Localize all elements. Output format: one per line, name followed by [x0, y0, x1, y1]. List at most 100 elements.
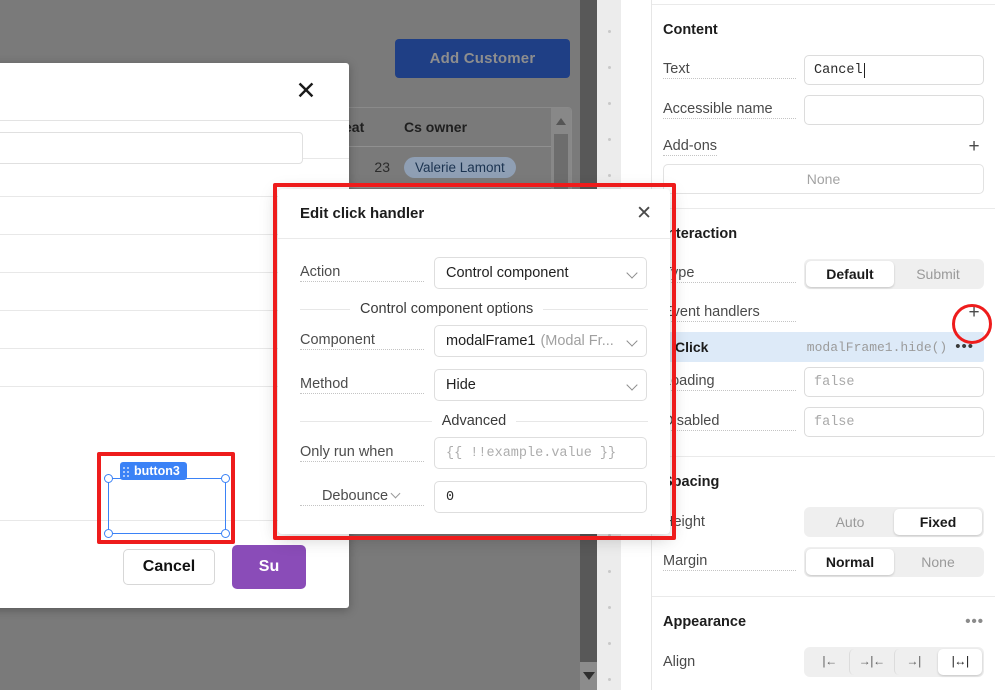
component-select-value: modalFrame1: [446, 333, 536, 349]
submit-button[interactable]: Su: [232, 545, 306, 589]
label-align: Align: [663, 653, 696, 670]
scroll-down-arrow-icon[interactable]: [583, 672, 595, 680]
separator-control-component-options: Control component options: [300, 301, 648, 317]
close-icon[interactable]: ✕: [636, 204, 652, 223]
action-select-value: Control component: [446, 265, 569, 281]
label-type: Type: [663, 265, 796, 283]
row-component: Component modalFrame1 (Modal Fr...: [300, 319, 648, 363]
row-type: Type Default Submit: [663, 254, 984, 294]
height-segmented-control[interactable]: Auto Fixed: [804, 507, 984, 537]
chevron-down-icon: [627, 268, 638, 279]
label-accessible-name: Accessible name: [663, 101, 796, 119]
section-title-appearance: Appearance: [663, 614, 747, 630]
form-ghost-input[interactable]: [0, 132, 303, 164]
kebab-icon[interactable]: •••: [955, 339, 974, 354]
separator-line-right: [543, 308, 648, 310]
chevron-down-icon[interactable]: [392, 490, 402, 500]
event-handler-row-click[interactable]: Click modalFrame1.hide() •••: [663, 332, 984, 362]
section-title-appearance-row: Appearance •••: [663, 597, 984, 642]
accessible-name-input[interactable]: [804, 95, 984, 125]
section-title-content: Content: [663, 22, 718, 38]
label-debounce[interactable]: Debounce: [300, 488, 424, 506]
cell-seat: 23: [374, 159, 390, 175]
label-height: Height: [663, 513, 705, 530]
type-segmented-control[interactable]: Default Submit: [804, 259, 984, 289]
row-loading: Loading false: [663, 362, 984, 402]
label-only-run-when: Only run when: [300, 444, 424, 462]
plus-icon[interactable]: +: [964, 137, 984, 157]
row-margin: Margin Normal None: [663, 542, 984, 582]
inspector-panel[interactable]: Content Text Cancel Accessible name Add-…: [651, 0, 995, 690]
type-option-submit[interactable]: Submit: [894, 261, 982, 287]
dialog-title: Edit click handler: [300, 205, 425, 222]
cancel-button[interactable]: Cancel: [123, 549, 215, 585]
label-event-handlers: Event handlers: [663, 304, 796, 322]
row-height: Height Auto Fixed: [663, 502, 984, 542]
owner-tag: Valerie Lamont: [404, 157, 516, 178]
separator-line-right: [516, 420, 648, 422]
separator-line-left: [300, 420, 432, 422]
separator-label: Advanced: [441, 413, 507, 429]
cell-cs-owner: Valerie Lamont: [404, 157, 516, 178]
text-input[interactable]: Cancel: [804, 55, 984, 85]
chevron-down-icon: [627, 380, 638, 391]
loading-input[interactable]: false: [804, 367, 984, 397]
row-disabled: Disabled false: [663, 402, 984, 442]
separator-label: Control component options: [360, 301, 534, 317]
height-option-auto[interactable]: Auto: [806, 509, 894, 535]
margin-option-normal[interactable]: Normal: [806, 549, 894, 575]
dialog-body: Action Control component Control compone…: [278, 239, 670, 519]
text-input-value: Cancel: [814, 62, 863, 78]
margin-segmented-control[interactable]: Normal None: [804, 547, 984, 577]
row-debounce: Debounce 0: [300, 475, 648, 519]
method-select-value: Hide: [446, 377, 476, 393]
label-action: Action: [300, 264, 424, 282]
add-customer-button[interactable]: Add Customer: [395, 39, 570, 78]
height-option-fixed[interactable]: Fixed: [894, 509, 982, 535]
addons-none-placeholder[interactable]: None: [663, 164, 984, 194]
label-margin: Margin: [663, 553, 796, 571]
row-action: Action Control component: [300, 251, 648, 295]
section-spacing: Spacing Height Auto Fixed Margin Normal …: [652, 457, 995, 582]
section-interaction: Interaction Type Default Submit Event ha…: [652, 209, 995, 442]
selection-badge-label: button3: [134, 464, 180, 478]
section-appearance: Appearance ••• Align |← →|← →| |↔|: [652, 597, 995, 682]
dialog-header: Edit click handler ✕: [278, 189, 670, 239]
selection-badge[interactable]: button3: [120, 462, 187, 480]
chevron-down-icon: [627, 336, 638, 347]
row-addons-header: Add-ons +: [663, 130, 984, 164]
row-text: Text Cancel: [663, 50, 984, 90]
label-disabled: Disabled: [663, 413, 796, 431]
close-icon[interactable]: ✕: [295, 79, 317, 104]
label-component: Component: [300, 332, 424, 350]
disabled-input[interactable]: false: [804, 407, 984, 437]
label-method: Method: [300, 376, 424, 394]
section-title-interaction: Interaction: [663, 226, 738, 242]
align-segmented-control[interactable]: |← →|← →| |↔|: [804, 647, 984, 677]
debounce-input[interactable]: 0: [434, 481, 647, 513]
align-stretch-icon[interactable]: |↔|: [937, 649, 982, 675]
align-center-icon[interactable]: →|←: [849, 649, 893, 675]
event-handlers-add-button[interactable]: +: [964, 303, 984, 323]
separator-line-left: [300, 308, 350, 310]
table-col-seat: eat: [344, 119, 365, 135]
margin-option-none[interactable]: None: [894, 549, 982, 575]
text-cursor: [863, 62, 865, 78]
row-method: Method Hide: [300, 363, 648, 407]
table-row[interactable]: 23 Valerie Lamont: [338, 147, 571, 188]
kebab-icon[interactable]: •••: [965, 614, 984, 629]
edit-click-handler-dialog[interactable]: Edit click handler ✕ Action Control comp…: [278, 189, 670, 534]
modal-header: ✕: [0, 63, 349, 121]
table-header-row: eat Cs owner: [338, 108, 571, 147]
component-select[interactable]: modalFrame1 (Modal Fr...: [434, 325, 647, 357]
row-align: Align |← →|← →| |↔|: [663, 642, 984, 682]
align-left-icon[interactable]: |←: [806, 649, 849, 675]
method-select[interactable]: Hide: [434, 369, 647, 401]
only-run-when-input[interactable]: {{ !!example.value }}: [434, 437, 647, 469]
align-right-icon[interactable]: →|: [893, 649, 938, 675]
action-select[interactable]: Control component: [434, 257, 647, 289]
scroll-up-arrow-icon[interactable]: [556, 118, 566, 125]
drag-grip-icon[interactable]: [123, 466, 130, 477]
type-option-default[interactable]: Default: [806, 261, 894, 287]
event-handler-expression: modalFrame1.hide(): [806, 339, 948, 355]
